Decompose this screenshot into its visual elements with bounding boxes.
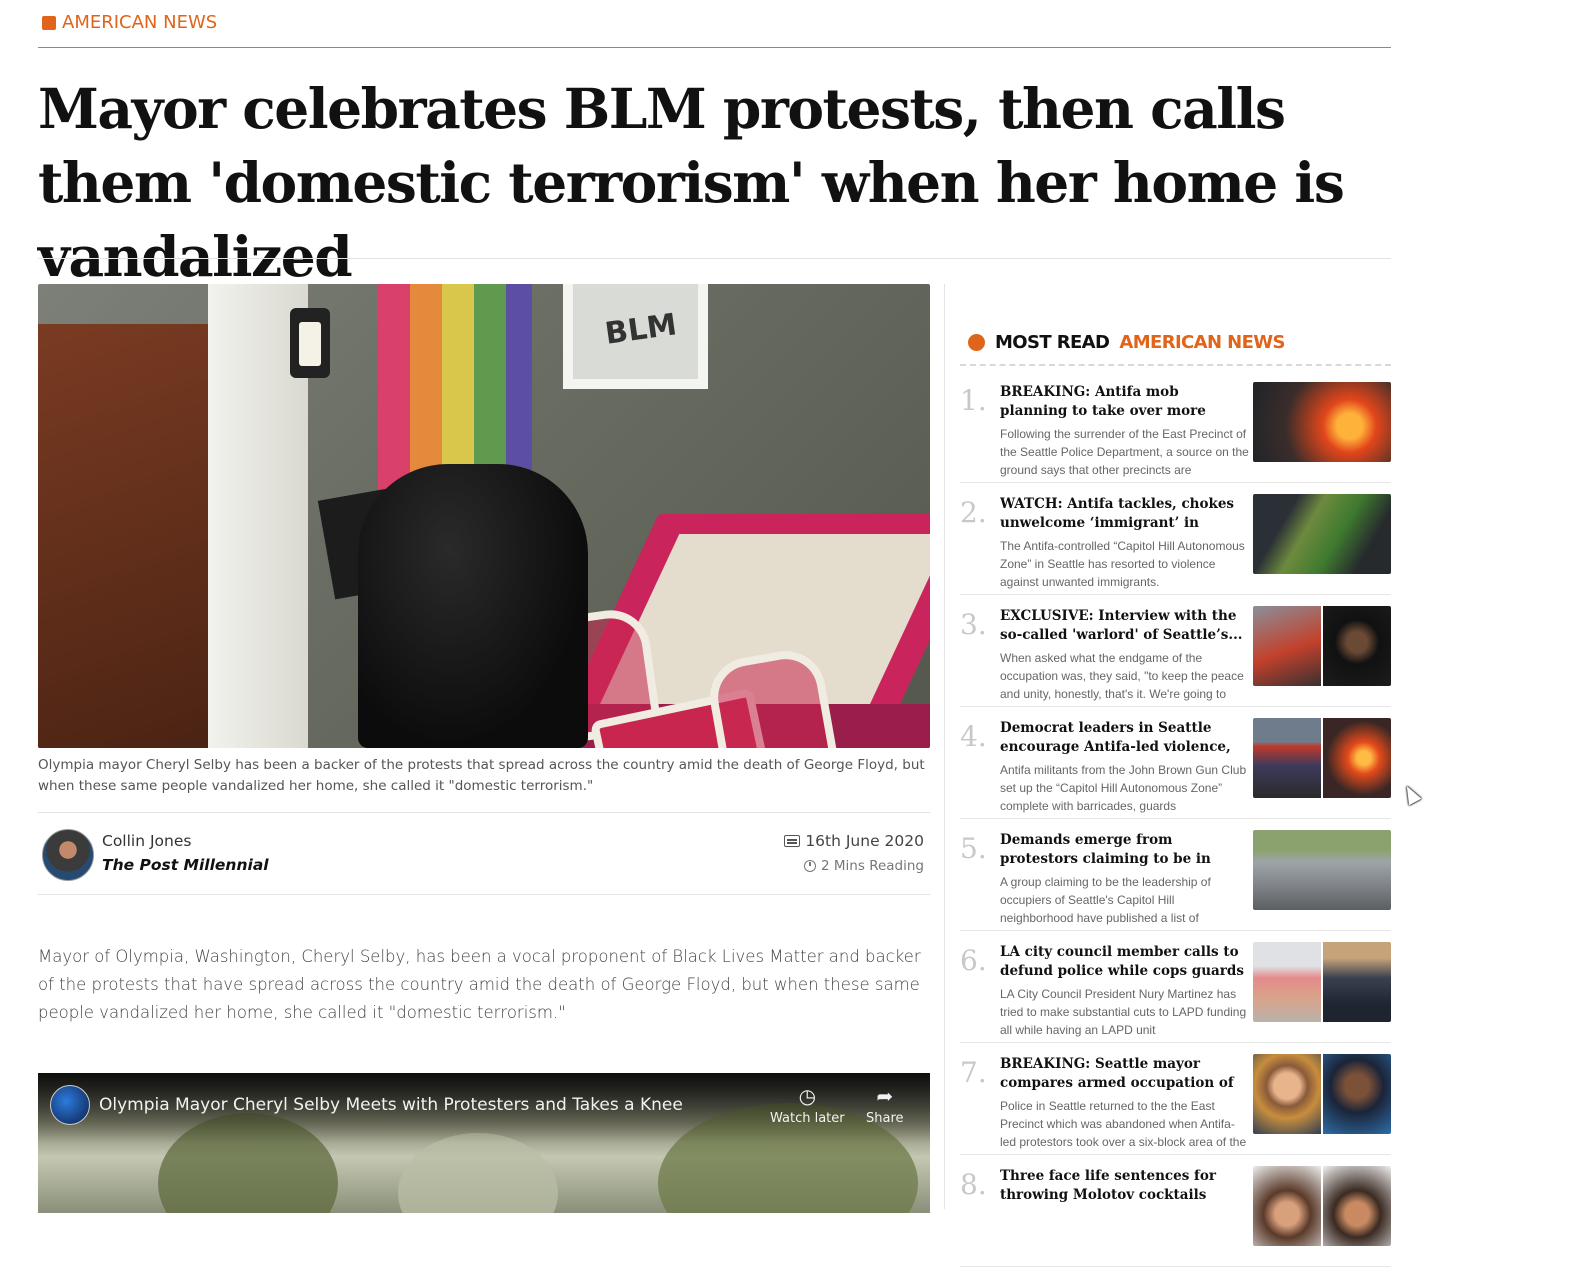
most-read-excerpt: A group claiming to be the leadership of… [1000, 875, 1211, 925]
most-read-item[interactable]: 8. Three face life sentences for throwin… [960, 1166, 1391, 1267]
most-read-excerpt: The Antifa-controlled “Capitol Hill Auto… [1000, 539, 1245, 589]
video-embed[interactable]: Olympia Mayor Cheryl Selby Meets with Pr… [38, 1073, 930, 1213]
watch-later-label: Watch later [770, 1111, 845, 1126]
most-read-item[interactable]: 2. WATCH: Antifa tackles, chokes unwelco… [960, 494, 1391, 595]
headline-divider [38, 258, 1391, 259]
outlet-name: The Post Millennial [102, 856, 269, 874]
top-divider [38, 47, 1391, 48]
most-read-item[interactable]: 7. BREAKING: Seattle mayor compares arme… [960, 1054, 1391, 1155]
most-read-list: 1. BREAKING: Antifa mob planning to take… [960, 382, 1391, 1278]
most-read-excerpt [1000, 1209, 1250, 1263]
article-body-paragraph: Mayor of Olympia, Washington, Cheryl Sel… [38, 947, 921, 1022]
most-read-excerpt: Antifa militants from the John Brown Gun… [1000, 763, 1247, 813]
rank-number: 3. [960, 608, 987, 641]
most-read-excerpt: Police in Seattle returned to the the Ea… [1000, 1099, 1247, 1149]
most-read-thumbnail[interactable] [1253, 942, 1391, 1022]
publish-date: 16th June 2020 [784, 832, 924, 850]
newspaper-icon [784, 835, 801, 847]
most-read-title[interactable]: LA city council member calls to defund p… [1000, 943, 1250, 981]
most-read-section-label[interactable]: AMERICAN NEWS [1119, 332, 1285, 353]
most-read-title[interactable]: EXCLUSIVE: Interview with the so-called … [1000, 607, 1250, 645]
person-figure [358, 464, 588, 748]
most-read-label: MOST READ [995, 332, 1110, 353]
reading-time: 2 Mins Reading [804, 858, 924, 874]
image-caption: Olympia mayor Cheryl Selby has been a ba… [38, 757, 925, 794]
rank-number: 5. [960, 832, 987, 865]
most-read-title[interactable]: Democrat leaders in Seattle encourage An… [1000, 719, 1250, 757]
most-read-thumbnail[interactable] [1253, 718, 1391, 798]
most-read-thumbnail[interactable] [1253, 1166, 1391, 1246]
clock-icon: ◷ [798, 1084, 817, 1108]
video-scene-tree [398, 1133, 558, 1213]
author-name[interactable]: Collin Jones [102, 832, 191, 850]
most-read-thumbnail[interactable] [1253, 1054, 1391, 1134]
orange-dot-icon [968, 334, 985, 351]
author-avatar[interactable] [42, 829, 94, 881]
rank-number: 1. [960, 384, 987, 417]
share-label: Share [866, 1111, 904, 1126]
publish-date-text: 16th June 2020 [805, 832, 924, 850]
most-read-excerpt: When asked what the endgame of the occup… [1000, 651, 1244, 701]
byline: Collin Jones The Post Millennial 16th Ju… [38, 826, 930, 882]
rank-number: 4. [960, 720, 987, 753]
sidebar-divider [944, 284, 945, 1209]
article-headline: Mayor celebrates BLM protests, then call… [38, 76, 1345, 289]
most-read-item[interactable]: 3. EXCLUSIVE: Interview with the so-call… [960, 606, 1391, 707]
rank-number: 7. [960, 1056, 987, 1089]
mouse-cursor-icon [1400, 782, 1422, 806]
most-read-thumbnail[interactable] [1253, 382, 1391, 462]
caption-divider [38, 812, 930, 813]
rank-number: 6. [960, 944, 987, 977]
section-label: AMERICAN NEWS [62, 12, 218, 33]
byline-divider [38, 894, 930, 895]
section-tag[interactable]: AMERICAN NEWS [42, 12, 217, 33]
most-read-item[interactable]: 5. Demands emerge from protestors claimi… [960, 830, 1391, 931]
most-read-title[interactable]: BREAKING: Seattle mayor compares armed o… [1000, 1055, 1250, 1093]
clock-icon [804, 860, 817, 872]
most-read-item[interactable]: 4. Democrat leaders in Seattle encourage… [960, 718, 1391, 819]
most-read-title[interactable]: BREAKING: Antifa mob planning to take ov… [1000, 383, 1250, 421]
most-read-divider [960, 364, 1391, 366]
most-read-thumbnail[interactable] [1253, 606, 1391, 686]
video-title[interactable]: Olympia Mayor Cheryl Selby Meets with Pr… [99, 1095, 683, 1115]
most-read-title[interactable]: WATCH: Antifa tackles, chokes unwelcome … [1000, 495, 1250, 533]
most-read-title[interactable]: Demands emerge from protestors claiming … [1000, 831, 1250, 869]
share-arrow-icon: ➦ [876, 1084, 894, 1108]
lamp [290, 308, 330, 378]
channel-logo[interactable] [50, 1085, 90, 1125]
most-read-excerpt: Following the surrender of the East Prec… [1000, 427, 1249, 477]
watch-later-button[interactable]: ◷ Watch later [770, 1085, 845, 1126]
share-button[interactable]: ➦ Share [866, 1085, 904, 1126]
rank-number: 2. [960, 496, 987, 529]
most-read-thumbnail[interactable] [1253, 830, 1391, 910]
reading-time-text: 2 Mins Reading [821, 858, 924, 874]
rank-number: 8. [960, 1168, 987, 1201]
most-read-title[interactable]: Three face life sentences for throwing M… [1000, 1167, 1250, 1205]
most-read-item[interactable]: 1. BREAKING: Antifa mob planning to take… [960, 382, 1391, 483]
window-sign: BLM [563, 284, 708, 389]
most-read-excerpt: LA City Council President Nury Martinez … [1000, 987, 1247, 1037]
article-hero-image: BLM [38, 284, 930, 748]
most-read-heading: MOST READ AMERICAN NEWS [968, 332, 1286, 353]
section-square-icon [42, 15, 56, 30]
window-sign-text: BLM [602, 307, 679, 352]
most-read-item[interactable]: 6. LA city council member calls to defun… [960, 942, 1391, 1043]
most-read-thumbnail[interactable] [1253, 494, 1391, 574]
